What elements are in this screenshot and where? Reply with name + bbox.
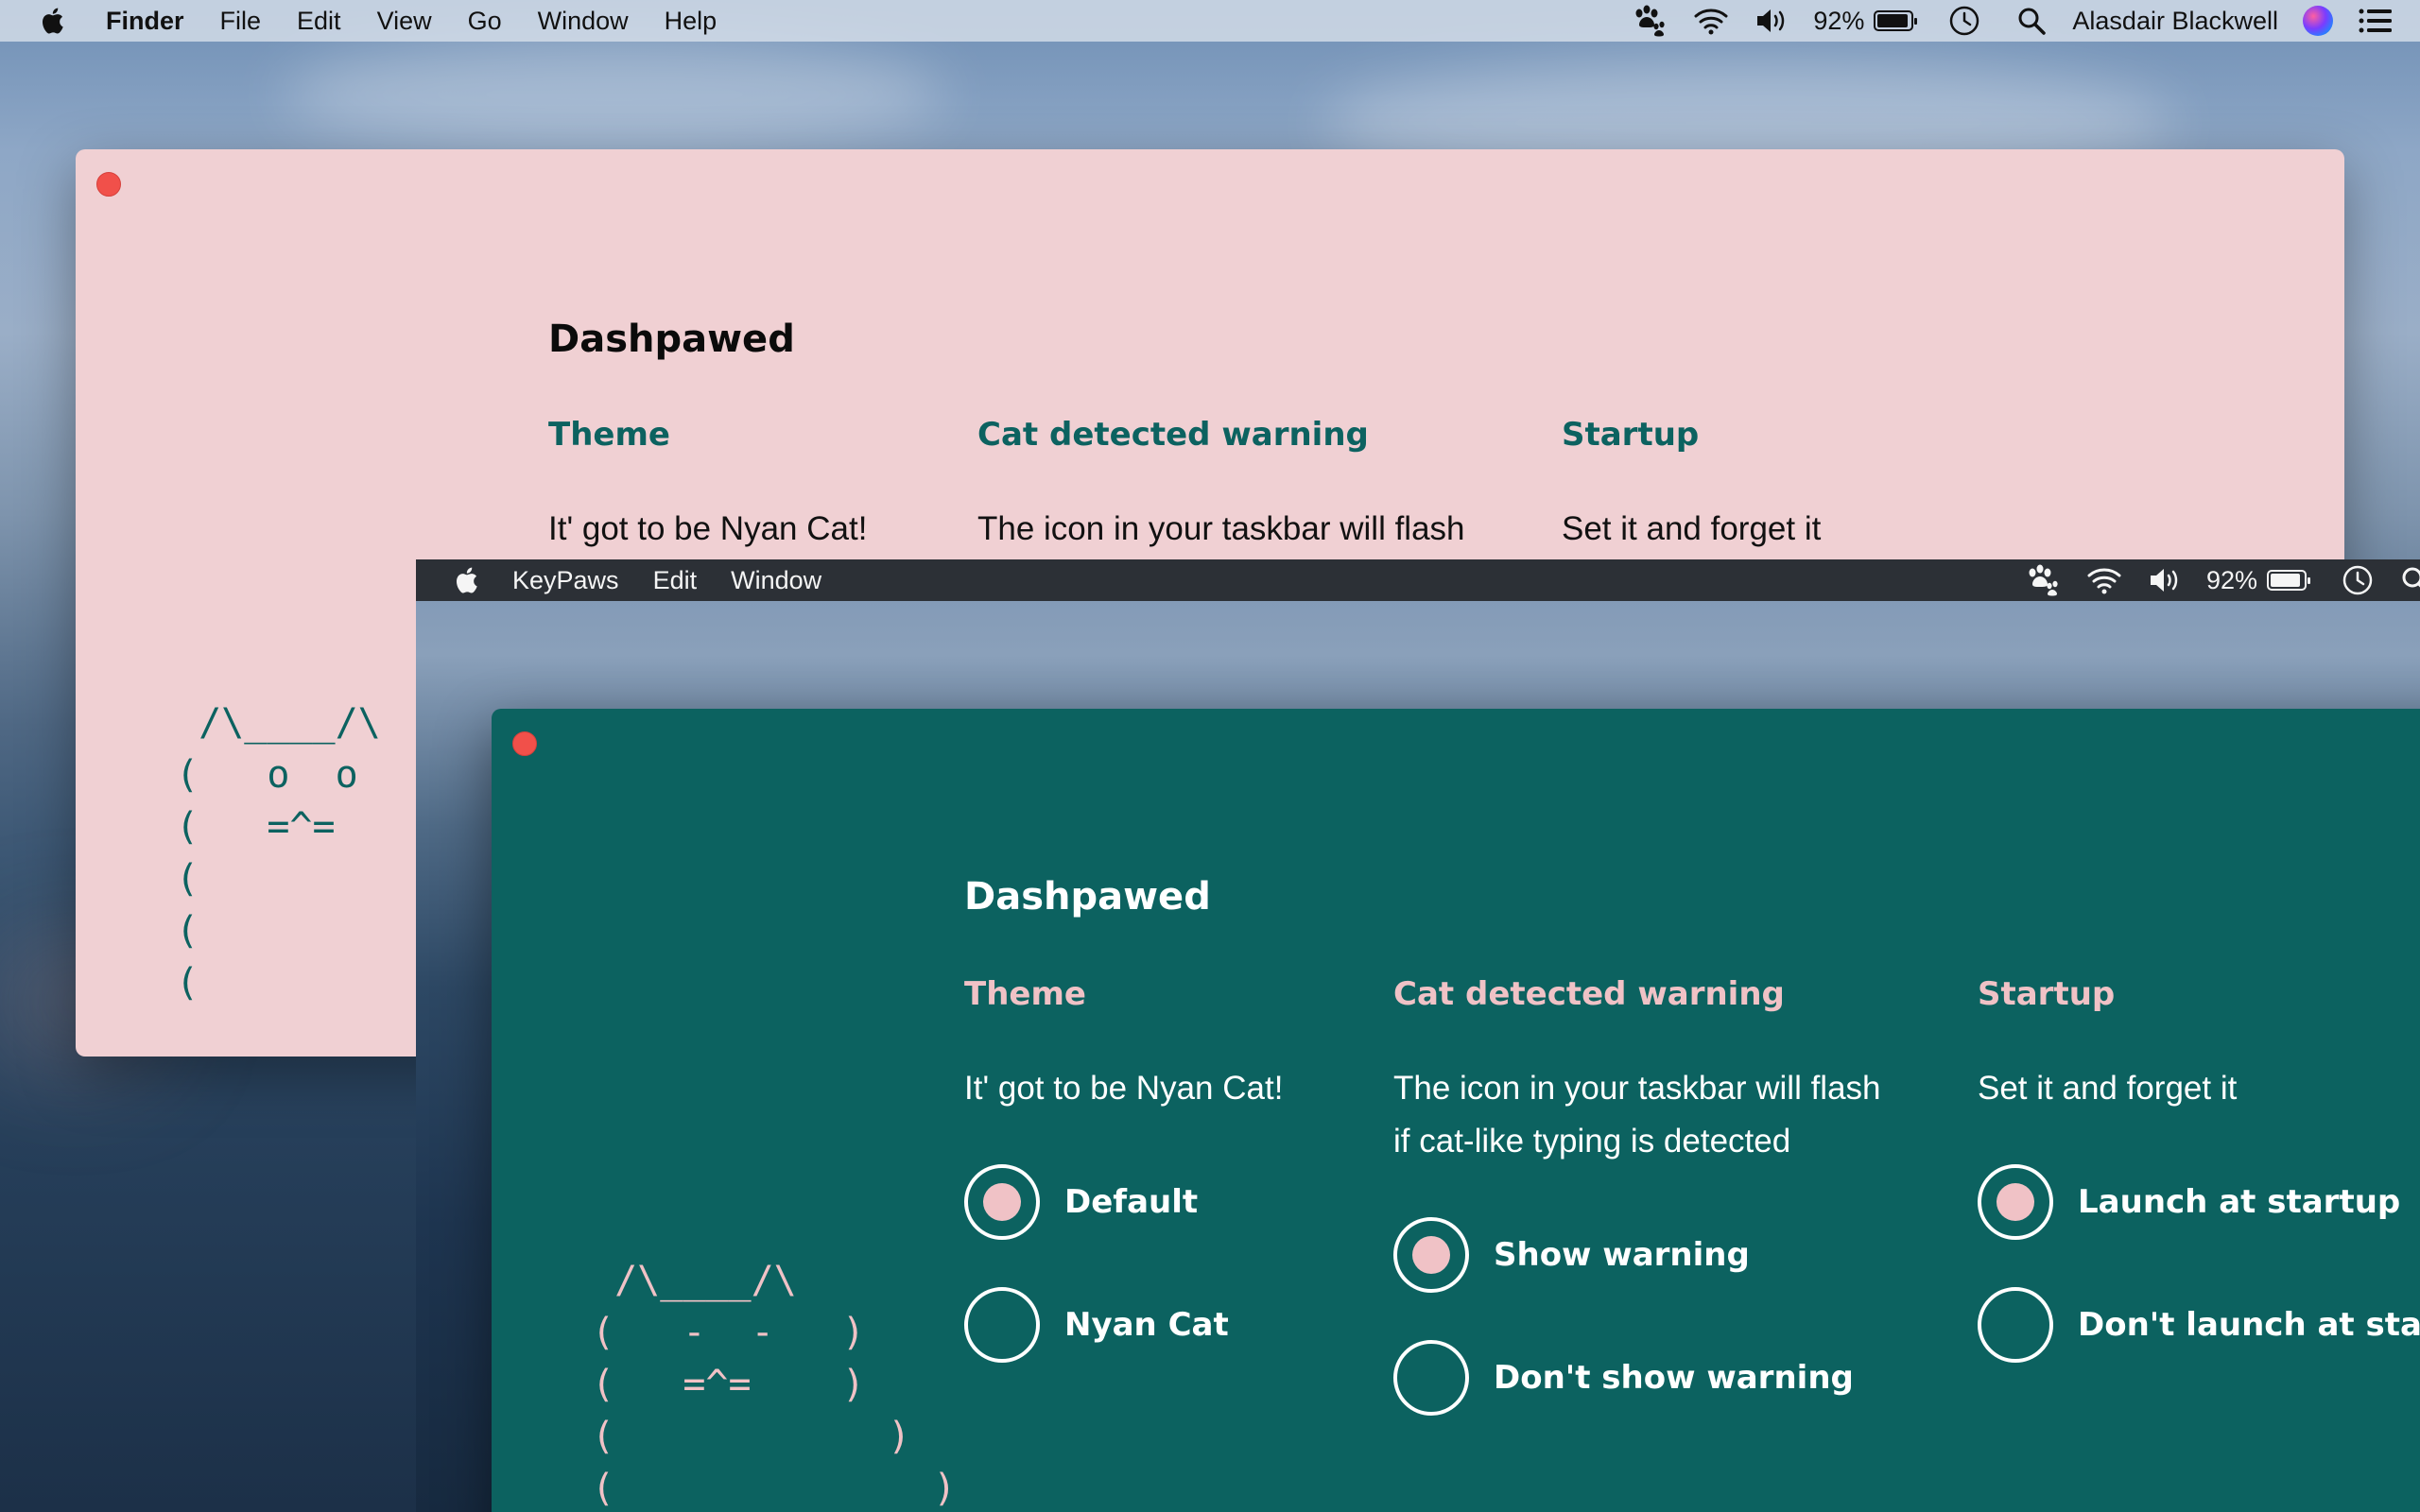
apple-icon[interactable] xyxy=(40,7,64,35)
radio-dont-launch-at-startup[interactable]: Don't launch at startup xyxy=(1978,1287,2420,1363)
clock-icon[interactable] xyxy=(1947,4,1981,38)
cat-line: ( ) xyxy=(592,1467,957,1510)
window-close-button[interactable] xyxy=(512,731,537,756)
search-icon[interactable] xyxy=(2015,5,2048,37)
radio-selected-dot xyxy=(983,1183,1021,1221)
theme-heading: Theme xyxy=(964,975,1086,1013)
finder-menu-bar: Finder File Edit View Go Window Help 92%… xyxy=(0,0,2420,42)
radio-label: Don't show warning xyxy=(1494,1359,1854,1397)
radio-button[interactable] xyxy=(1978,1287,2053,1363)
battery-percent: 92% xyxy=(2206,565,2258,594)
volume-icon[interactable] xyxy=(2148,565,2182,595)
keypaws-menu-bar: KeyPaws Edit Window 92% xyxy=(416,559,2420,601)
warning-heading: Cat detected warning xyxy=(977,416,1369,454)
radio-button[interactable] xyxy=(964,1287,1040,1363)
startup-description: Set it and forget it xyxy=(1978,1070,2238,1107)
menu-edit[interactable]: Edit xyxy=(653,566,698,595)
menu-app-keypaws[interactable]: KeyPaws xyxy=(512,566,619,595)
radio-label: Launch at startup xyxy=(2078,1183,2401,1221)
cat-line: ( ) xyxy=(592,1415,911,1458)
search-icon[interactable] xyxy=(2399,564,2420,596)
siri-icon[interactable] xyxy=(2303,6,2333,36)
cat-line: ( =^= ) xyxy=(592,1363,865,1406)
app-title: Dashpawed xyxy=(964,875,1211,919)
radio-theme-default[interactable]: Default xyxy=(964,1164,1198,1240)
battery-icon[interactable] xyxy=(1874,10,1918,31)
warning-description: The icon in your taskbar will flash xyxy=(977,510,1465,547)
app-window-teal-theme: Dashpawed Theme Cat detected warning Sta… xyxy=(492,709,2420,1512)
theme-description: It' got to be Nyan Cat! xyxy=(964,1070,1284,1107)
menu-help[interactable]: Help xyxy=(665,7,717,36)
user-name[interactable]: Alasdair Blackwell xyxy=(2072,7,2278,36)
menu-edit[interactable]: Edit xyxy=(297,7,341,36)
warning-description: The icon in your taskbar will flash if c… xyxy=(1393,1062,1881,1168)
battery-icon[interactable] xyxy=(2267,570,2311,591)
warning-heading: Cat detected warning xyxy=(1393,975,1785,1013)
control-center-icon[interactable] xyxy=(2358,7,2394,35)
paw-icon[interactable] xyxy=(2023,561,2061,599)
startup-heading: Startup xyxy=(1978,975,2116,1013)
status-area: 92% xyxy=(2023,559,2420,601)
warning-description-line: if cat-like typing is detected xyxy=(1393,1123,1791,1160)
wifi-icon[interactable] xyxy=(2085,565,2123,595)
radio-selected-dot xyxy=(1412,1236,1450,1274)
theme-heading: Theme xyxy=(548,416,670,454)
radio-theme-nyan-cat[interactable]: Nyan Cat xyxy=(964,1287,1229,1363)
menu-app-finder[interactable]: Finder xyxy=(106,7,184,36)
radio-button[interactable] xyxy=(1393,1340,1469,1416)
volume-icon[interactable] xyxy=(1754,6,1789,36)
radio-label: Show warning xyxy=(1494,1236,1750,1274)
radio-selected-dot xyxy=(1996,1183,2034,1221)
app-title: Dashpawed xyxy=(548,318,795,361)
radio-launch-at-startup[interactable]: Launch at startup xyxy=(1978,1164,2400,1240)
menu-file[interactable]: File xyxy=(220,7,262,36)
apple-icon[interactable] xyxy=(454,566,478,594)
radio-dont-show-warning[interactable]: Don't show warning xyxy=(1393,1340,1854,1416)
cat-line: /\____/\ xyxy=(592,1259,797,1302)
radio-button[interactable] xyxy=(1393,1217,1469,1293)
startup-heading: Startup xyxy=(1562,416,1700,454)
radio-label: Don't launch at startup xyxy=(2078,1306,2420,1344)
window-close-button[interactable] xyxy=(96,172,121,197)
clock-icon[interactable] xyxy=(2341,563,2375,597)
status-area: 92% Alasdair Blackwell xyxy=(1605,0,2394,42)
keypaws-desktop: KeyPaws Edit Window 92% Dashpawed Theme … xyxy=(416,559,2420,1512)
menu-view[interactable]: View xyxy=(377,7,432,36)
radio-show-warning[interactable]: Show warning xyxy=(1393,1217,1750,1293)
battery-fill xyxy=(1877,14,1908,27)
wifi-icon[interactable] xyxy=(1692,6,1730,36)
theme-description: It' got to be Nyan Cat! xyxy=(548,510,868,547)
menu-go[interactable]: Go xyxy=(468,7,502,36)
ascii-cat-illustration: /\____/\ ( - - ) ( =^= ) ( ) ( ) xyxy=(592,1255,956,1512)
radio-label: Default xyxy=(1064,1183,1199,1221)
startup-description: Set it and forget it xyxy=(1562,510,1822,547)
radio-button[interactable] xyxy=(1978,1164,2053,1240)
paw-icon[interactable] xyxy=(1630,2,1668,40)
battery-fill xyxy=(2271,574,2301,587)
warning-description-line: The icon in your taskbar will flash xyxy=(1393,1070,1881,1107)
menu-window[interactable]: Window xyxy=(538,7,629,36)
radio-button[interactable] xyxy=(964,1164,1040,1240)
battery-percent: 92% xyxy=(1813,6,1865,35)
radio-label: Nyan Cat xyxy=(1064,1306,1229,1344)
cat-line: ( - - ) xyxy=(592,1311,865,1354)
menu-window[interactable]: Window xyxy=(731,566,821,595)
